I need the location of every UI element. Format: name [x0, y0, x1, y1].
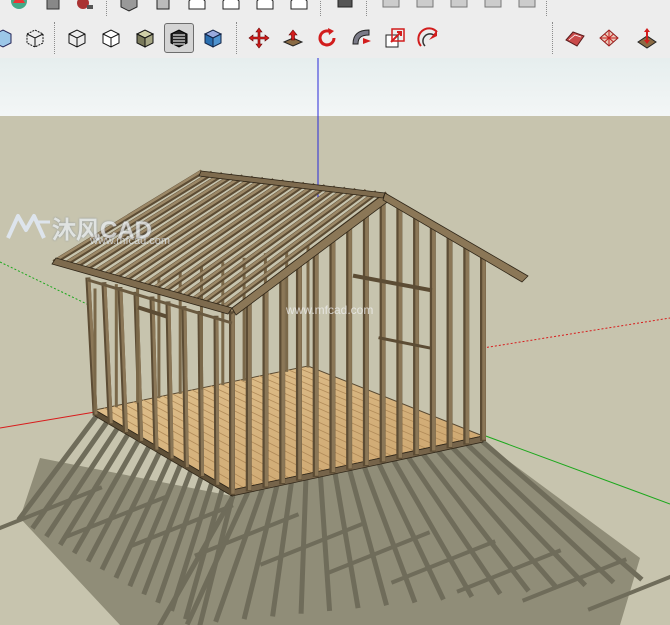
- front-view-icon[interactable]: [182, 0, 212, 16]
- back-view-icon[interactable]: [250, 0, 280, 16]
- offset-tool-icon[interactable]: [414, 23, 444, 53]
- stud-face: [215, 316, 220, 485]
- pan-tool-icon[interactable]: [38, 0, 68, 16]
- section-cut-icon[interactable]: [444, 0, 474, 16]
- wireframe-style-icon[interactable]: [62, 23, 92, 53]
- toolbar-area: [0, 0, 670, 59]
- sky-background: [0, 58, 670, 116]
- modeling-viewport[interactable]: 沐风CAD www.mfcad.com www.mfcad.com: [0, 58, 670, 625]
- wireframe-back-edges-icon[interactable]: [20, 23, 50, 53]
- sandbox-smoove-icon[interactable]: [632, 23, 662, 53]
- section-icon[interactable]: [376, 0, 406, 16]
- layer-icon[interactable]: [330, 0, 360, 16]
- toolbar-row-2: [0, 19, 670, 57]
- xray-style-icon[interactable]: [0, 23, 18, 53]
- section-display-icon[interactable]: [410, 0, 440, 16]
- hidden-line-style-icon[interactable]: [96, 23, 126, 53]
- push-pull-tool-icon[interactable]: [278, 23, 308, 53]
- scene-canvas[interactable]: [0, 58, 670, 625]
- shaded-style-icon[interactable]: [130, 23, 160, 53]
- scale-tool-icon[interactable]: [380, 23, 410, 53]
- rotate-tool-icon[interactable]: [312, 23, 342, 53]
- toolbar-row-1: [0, 0, 670, 16]
- watermark-url-center: www.mfcad.com: [286, 303, 374, 317]
- section-fill-icon[interactable]: [478, 0, 508, 16]
- left-view-icon[interactable]: [284, 0, 314, 16]
- monochrome-style-icon[interactable]: [198, 23, 228, 53]
- sandbox-grid-icon[interactable]: [594, 23, 624, 53]
- follow-me-tool-icon[interactable]: [346, 23, 376, 53]
- right-view-icon[interactable]: [216, 0, 246, 16]
- sandbox-contours-icon[interactable]: [560, 23, 590, 53]
- watermark-logo-icon: [6, 214, 50, 239]
- shaded-textures-style-icon[interactable]: [164, 23, 194, 53]
- move-tool-icon[interactable]: [244, 23, 274, 53]
- top-view-icon[interactable]: [148, 0, 178, 16]
- orbit-tool-icon[interactable]: [4, 0, 34, 16]
- watermark-url-small: www.mfcad.com: [90, 235, 171, 247]
- section-plane-icon[interactable]: [512, 0, 542, 16]
- iso-view-icon[interactable]: [114, 0, 144, 16]
- zoom-tool-icon[interactable]: [70, 0, 100, 16]
